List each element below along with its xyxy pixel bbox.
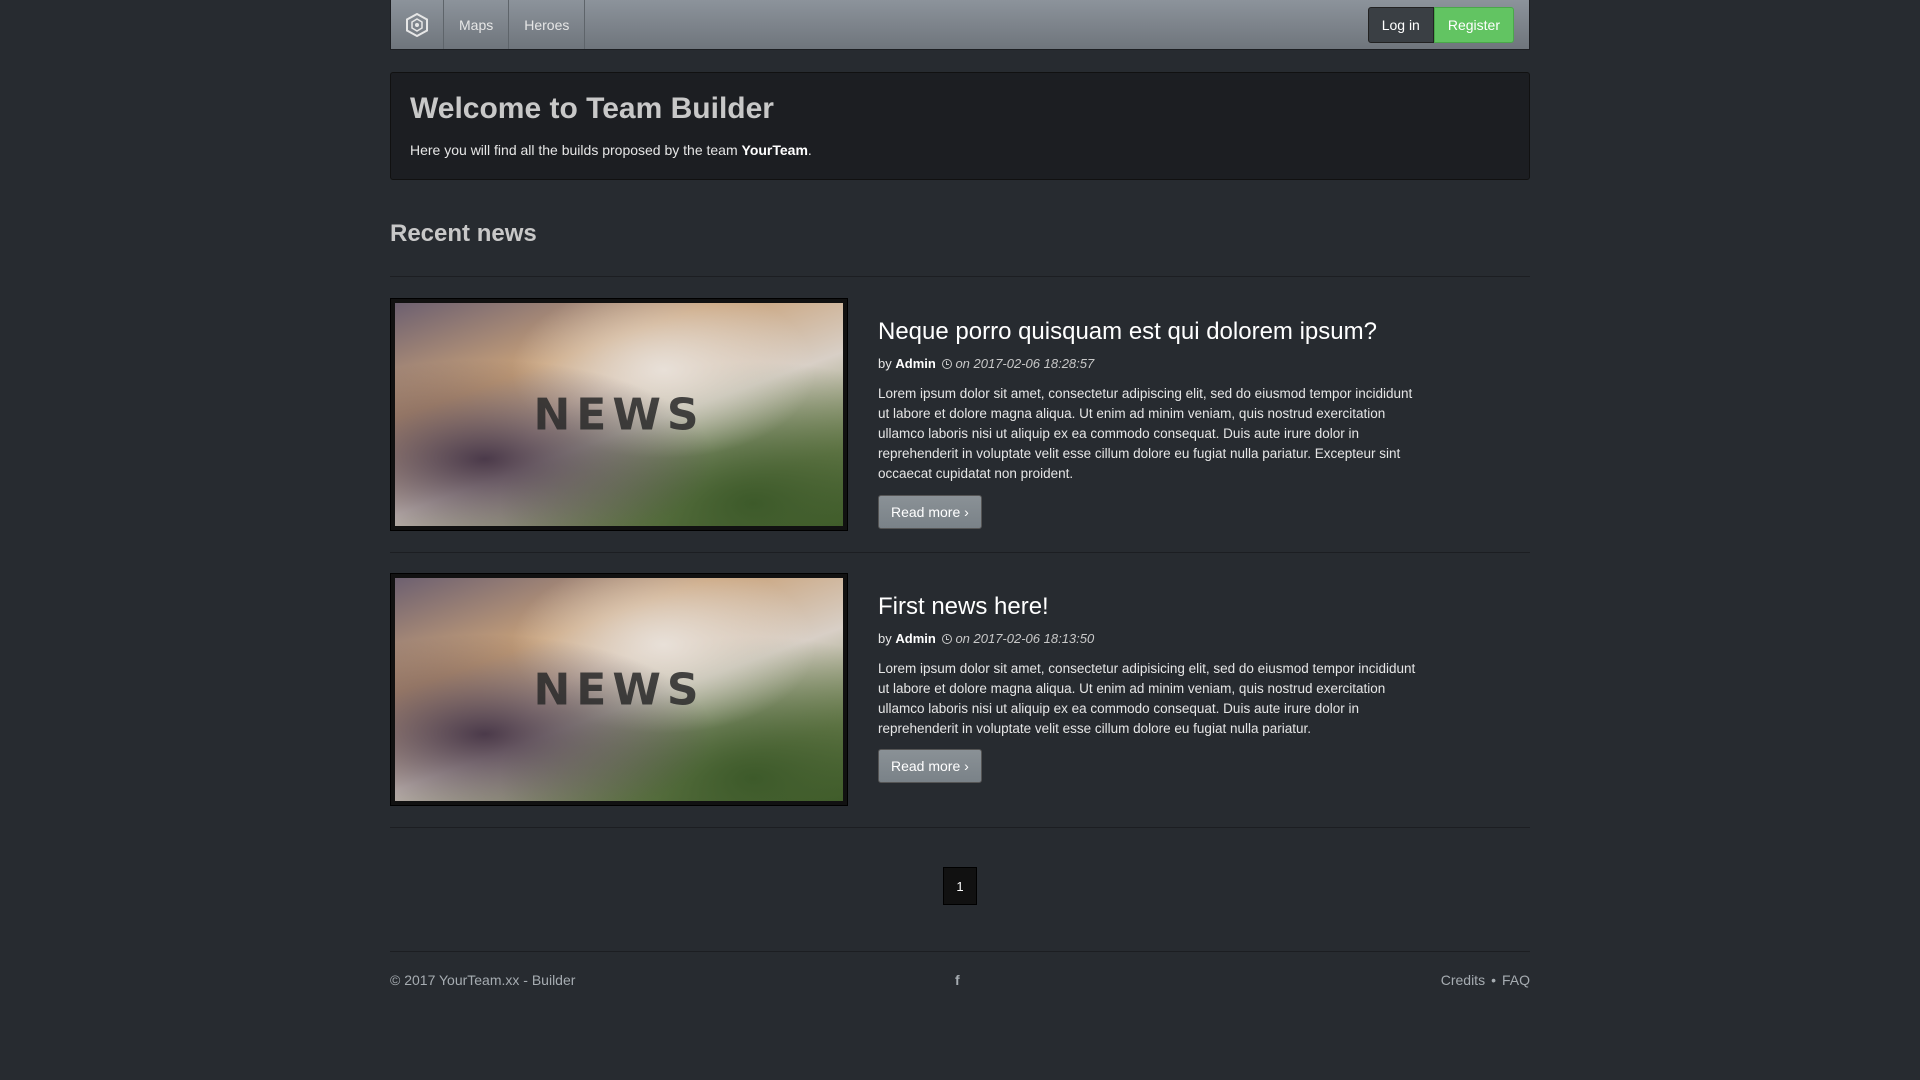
divider	[390, 827, 1530, 828]
welcome-title: Welcome to Team Builder	[410, 92, 774, 125]
news-by: by	[878, 356, 892, 371]
facebook-icon[interactable]: f	[955, 972, 960, 988]
news-by: by	[878, 631, 892, 646]
news-excerpt: Lorem ipsum dolor sit amet, consectetur …	[878, 386, 1413, 481]
footer-separator: •	[1491, 972, 1496, 988]
news-date: on 2017-02-06 18:13:50	[955, 631, 1095, 646]
nav-auth-group: Log in Register	[1367, 0, 1529, 49]
news-thumbnail[interactable]: NEWS	[390, 573, 848, 806]
nav-link-maps[interactable]: Maps	[444, 0, 510, 49]
footer-link-credits[interactable]: Credits	[1441, 972, 1485, 988]
news-image-label: NEWS	[533, 389, 705, 440]
news-thumbnail[interactable]: NEWS	[390, 298, 848, 531]
news-title[interactable]: Neque porro quisquam est qui dolorem ips…	[878, 318, 1377, 346]
welcome-jumbotron: Welcome to Team Builder Here you will fi…	[390, 72, 1530, 180]
login-button[interactable]: Log in	[1367, 6, 1434, 43]
news-image-label: NEWS	[533, 664, 705, 715]
news-date: on 2017-02-06 18:28:57	[955, 356, 1095, 371]
pagination-page-current[interactable]: 1	[943, 867, 977, 905]
register-button[interactable]: Register	[1433, 6, 1514, 43]
nav-link-heroes[interactable]: Heroes	[509, 0, 586, 49]
team-name: YourTeam	[741, 142, 808, 158]
divider	[390, 276, 1530, 277]
page-container: Maps Heroes Log in Register Welcome to T…	[390, 0, 1530, 988]
navbar: Maps Heroes Log in Register	[390, 0, 1530, 50]
hexagon-logo-icon	[406, 12, 428, 37]
news-meta: by Admin on 2017-02-06 18:13:50	[878, 631, 1094, 646]
clock-icon	[942, 359, 953, 369]
news-item: NEWS First news here! by Admin on 2017-0…	[390, 573, 1530, 809]
news-image: NEWS	[395, 303, 843, 526]
welcome-text: Here you will find all the builds propos…	[410, 142, 812, 158]
read-more-button[interactable]: Read more ›	[878, 749, 982, 783]
footer-links: Credits • FAQ	[1441, 972, 1530, 988]
divider	[390, 552, 1530, 553]
read-more-button[interactable]: Read more ›	[878, 495, 982, 529]
news-excerpt: Lorem ipsum dolor sit amet, consectetur …	[878, 661, 1416, 736]
news-meta: by Admin on 2017-02-06 18:28:57	[878, 356, 1094, 371]
news-item: NEWS Neque porro quisquam est qui dolore…	[390, 298, 1530, 534]
welcome-text-prefix: Here you will find all the builds propos…	[410, 142, 738, 158]
news-image: NEWS	[395, 578, 843, 801]
footer-copyright: © 2017 YourTeam.xx - Builder	[390, 972, 576, 988]
news-author[interactable]: Admin	[895, 631, 935, 646]
footer-link-faq[interactable]: FAQ	[1502, 972, 1530, 988]
welcome-text-suffix: .	[807, 142, 812, 158]
brand-logo[interactable]	[391, 0, 444, 49]
news-title[interactable]: First news here!	[878, 593, 1049, 621]
footer-divider	[390, 951, 1530, 952]
clock-icon	[942, 634, 953, 644]
section-title: Recent news	[390, 220, 537, 247]
news-author[interactable]: Admin	[895, 356, 935, 371]
